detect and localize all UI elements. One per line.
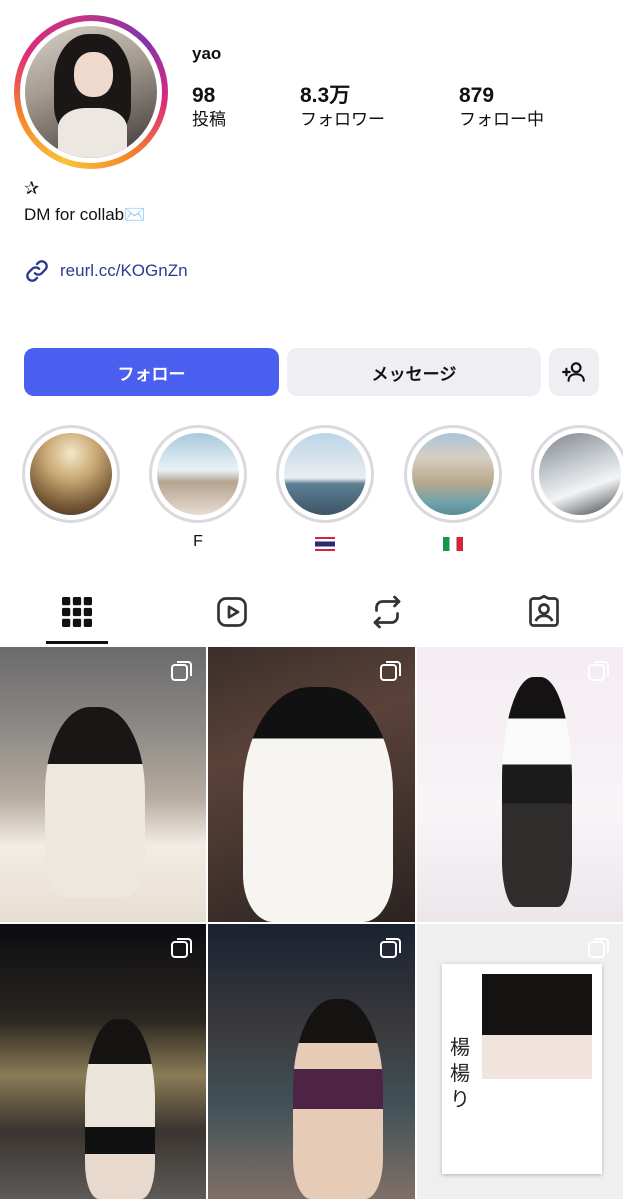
highlight-1[interactable] xyxy=(22,425,120,555)
following-count-label: フォロー中 xyxy=(459,110,544,129)
post-thumbnail[interactable] xyxy=(0,924,206,1199)
polaroid-photo: 楊楊り xyxy=(442,964,602,1174)
multiple-images-icon xyxy=(171,938,192,958)
bio-star: ✰ xyxy=(24,178,40,198)
followers-count-label: フォロワー xyxy=(300,110,385,129)
highlight-label: F xyxy=(193,533,203,550)
username: yao xyxy=(192,44,222,63)
highlight-cover xyxy=(412,433,494,515)
italy-flag-icon xyxy=(443,537,463,551)
highlight-2[interactable]: F xyxy=(149,425,247,555)
bio-link-row[interactable]: reurl.cc/KOGnZn xyxy=(24,258,188,284)
polaroid-caption: 楊楊り xyxy=(450,1035,470,1111)
multiple-images-icon xyxy=(380,661,401,681)
tab-tagged[interactable] xyxy=(513,588,575,644)
bio-link[interactable]: reurl.cc/KOGnZn xyxy=(60,261,188,281)
link-icon xyxy=(26,260,48,282)
tab-reposts[interactable] xyxy=(356,588,418,644)
post-thumbnail[interactable] xyxy=(208,647,415,922)
post-thumbnail[interactable] xyxy=(208,924,415,1199)
multiple-images-icon xyxy=(171,661,192,681)
highlight-label xyxy=(22,533,120,555)
highlight-cover xyxy=(539,433,621,515)
grid-icon xyxy=(62,597,92,627)
post-thumbnail[interactable] xyxy=(0,647,206,922)
multiple-images-icon xyxy=(588,661,609,681)
reels-icon xyxy=(217,597,247,627)
profile-avatar[interactable] xyxy=(14,15,168,169)
repost-icon xyxy=(373,595,401,629)
multiple-images-icon xyxy=(588,938,609,958)
posts-count-label: 投稿 xyxy=(192,110,226,129)
tab-reels[interactable] xyxy=(201,588,263,644)
highlight-label xyxy=(531,533,623,555)
person-add-icon xyxy=(562,362,585,382)
suggested-users-button[interactable] xyxy=(549,348,599,396)
following-count[interactable]: 879 フォロー中 xyxy=(459,84,544,132)
thailand-flag-icon xyxy=(315,537,335,551)
posts-count[interactable]: 98 投稿 xyxy=(192,84,226,132)
post-thumbnail[interactable] xyxy=(417,647,623,922)
tagged-icon xyxy=(529,594,559,627)
multiple-images-icon xyxy=(380,938,401,958)
following-count-value: 879 xyxy=(459,84,495,107)
bio-text: DM for collab✉️ xyxy=(24,205,146,224)
posts-count-value: 98 xyxy=(192,84,216,107)
highlight-cover xyxy=(284,433,366,515)
follow-button[interactable]: フォロー xyxy=(24,348,279,396)
tab-posts-grid[interactable] xyxy=(46,588,108,644)
avatar-photo xyxy=(25,26,157,158)
highlight-4[interactable] xyxy=(404,425,502,555)
followers-count[interactable]: 8.3万 フォロワー xyxy=(300,84,385,132)
followers-count-value: 8.3万 xyxy=(300,84,351,107)
highlight-3[interactable] xyxy=(276,425,374,555)
message-button[interactable]: メッセージ xyxy=(287,348,541,396)
post-thumbnail[interactable]: 楊楊り xyxy=(417,924,623,1199)
highlight-cover xyxy=(157,433,239,515)
highlight-5[interactable] xyxy=(531,425,623,555)
highlight-cover xyxy=(30,433,112,515)
